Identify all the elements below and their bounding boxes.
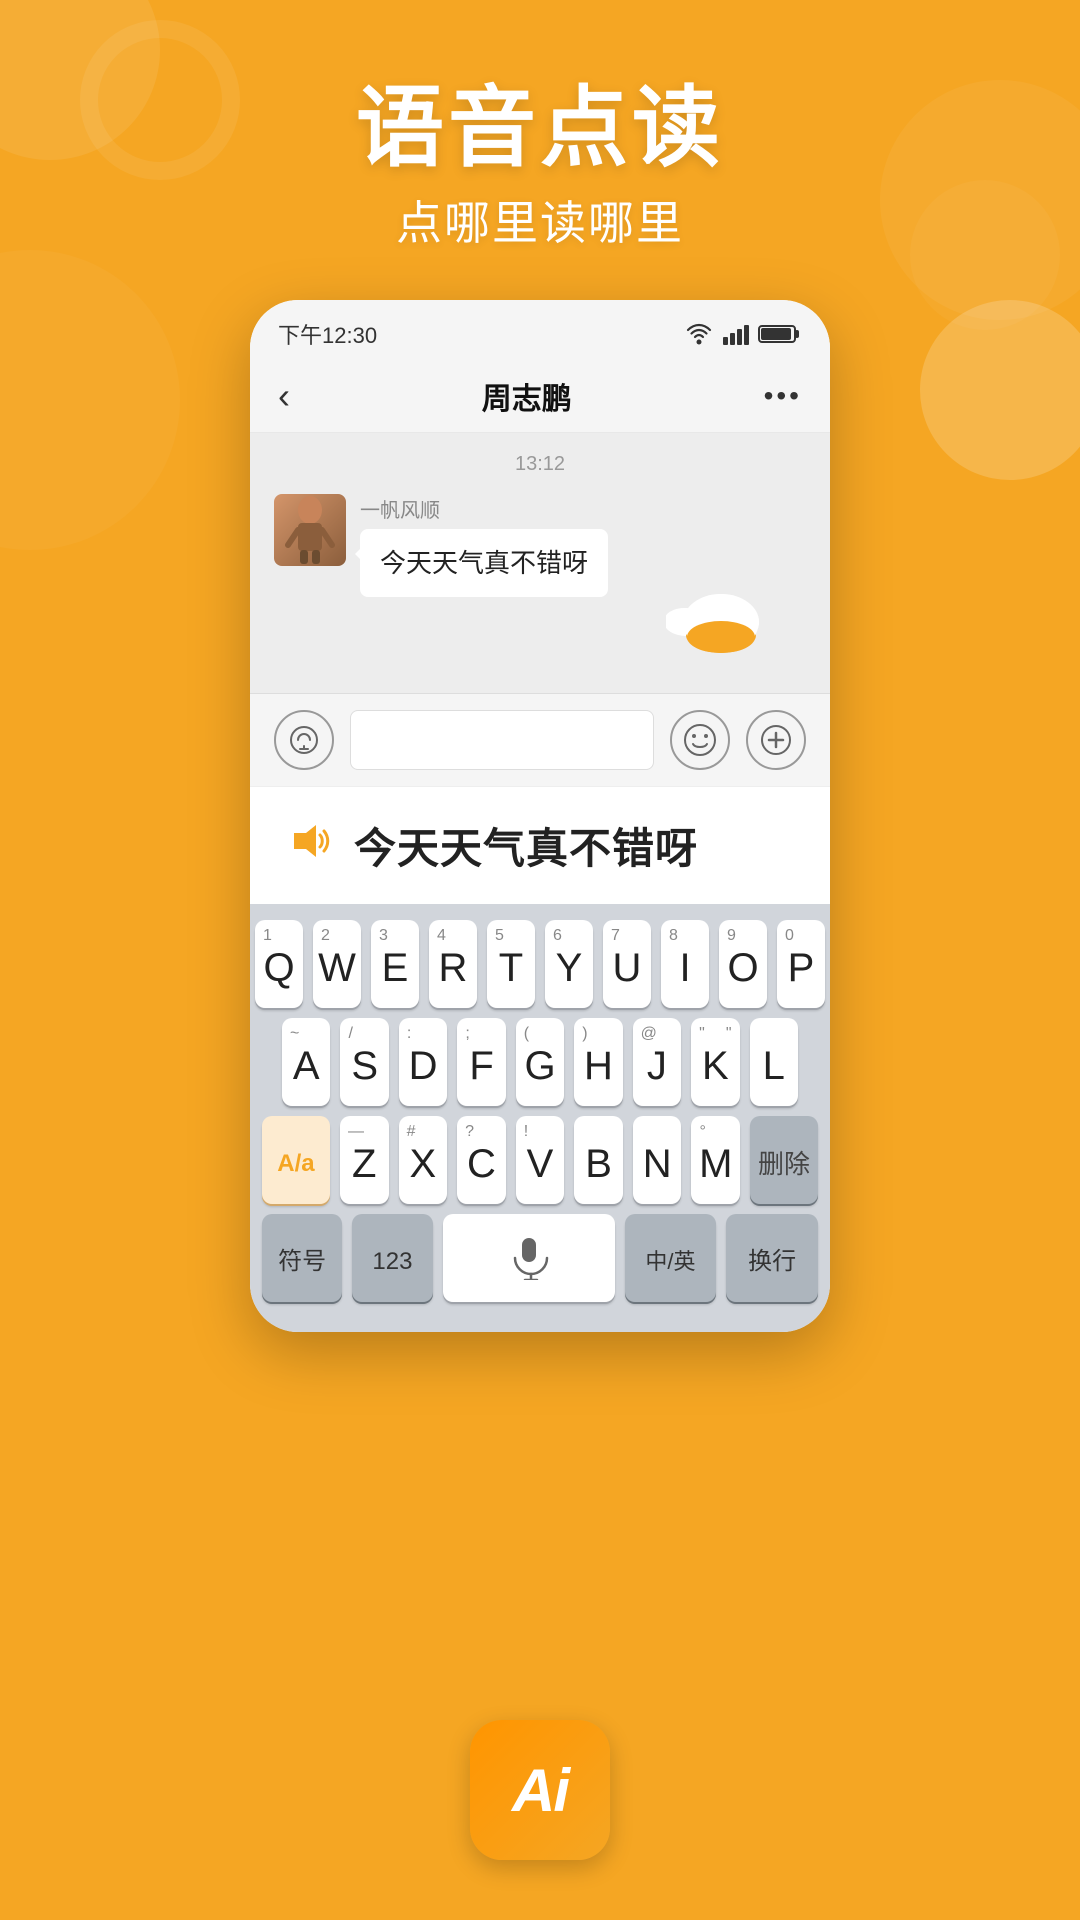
tts-text: 今天天气真不错呀 <box>354 815 698 876</box>
voice-icon <box>289 725 319 755</box>
header: 语音点读 点哪里读哪里 <box>0 80 1080 253</box>
nav-title: 周志鹏 <box>482 374 572 418</box>
avatar-inner <box>274 494 346 566</box>
key-j[interactable]: @J <box>633 1018 681 1106</box>
key-n[interactable]: N <box>633 1116 682 1204</box>
key-i[interactable]: 8I <box>661 920 709 1008</box>
ai-badge-text: Ai <box>512 1756 568 1825</box>
key-return[interactable]: 换行 <box>726 1214 818 1302</box>
plus-icon <box>760 724 792 756</box>
emoji-icon <box>683 723 717 757</box>
more-button[interactable]: ••• <box>764 380 802 412</box>
key-a[interactable]: ~A <box>282 1018 330 1106</box>
key-e[interactable]: 3E <box>371 920 419 1008</box>
key-x[interactable]: #X <box>399 1116 448 1204</box>
key-delete[interactable]: 删除 <box>750 1116 818 1204</box>
status-icons <box>684 323 802 345</box>
input-bar <box>250 693 830 786</box>
key-h[interactable]: )H <box>574 1018 622 1106</box>
key-mic[interactable] <box>443 1214 615 1302</box>
avatar-image <box>280 495 340 565</box>
key-w[interactable]: 2W <box>313 920 361 1008</box>
key-p[interactable]: 0P <box>777 920 825 1008</box>
key-o[interactable]: 9O <box>719 920 767 1008</box>
key-z[interactable]: —Z <box>340 1116 389 1204</box>
bg-deco-face <box>920 300 1080 480</box>
finger-pointer-icon <box>666 577 766 667</box>
tts-icon <box>290 821 334 871</box>
key-g[interactable]: (G <box>516 1018 564 1106</box>
keyboard-row-1: 1Q 2W 3E 4R 5T 6Y 7U 8I 9O 0P <box>262 920 818 1008</box>
avatar <box>274 494 346 566</box>
key-s[interactable]: /S <box>340 1018 388 1106</box>
key-c[interactable]: ?C <box>457 1116 506 1204</box>
chat-area: 13:12 一帆风顺 <box>250 433 830 693</box>
keyboard-row-4: 符号 123 中/英 换行 <box>262 1214 818 1302</box>
ai-badge-inner: Ai <box>470 1720 610 1860</box>
status-bar: 下午12:30 <box>250 300 830 360</box>
tts-popup: 今天天气真不错呀 <box>250 786 830 904</box>
key-t[interactable]: 5T <box>487 920 535 1008</box>
bg-deco-circle-3 <box>0 250 180 550</box>
add-button[interactable] <box>746 710 806 770</box>
wifi-icon <box>684 323 714 345</box>
keyboard: 1Q 2W 3E 4R 5T 6Y 7U 8I 9O 0P ~A /S :D ;… <box>250 904 830 1332</box>
sender-name: 一帆风顺 <box>360 494 608 523</box>
status-time: 下午12:30 <box>278 318 377 350</box>
key-u[interactable]: 7U <box>603 920 651 1008</box>
key-v[interactable]: !V <box>516 1116 565 1204</box>
key-l[interactable]: L <box>750 1018 798 1106</box>
key-d[interactable]: :D <box>399 1018 447 1106</box>
main-title: 语音点读 <box>0 80 1080 177</box>
key-lang[interactable]: 中/英 <box>625 1214 717 1302</box>
key-y[interactable]: 6Y <box>545 920 593 1008</box>
chat-message-text: 今天天气真不错呀 <box>380 548 588 578</box>
ai-badge: Ai <box>470 1720 610 1860</box>
mic-icon <box>509 1236 549 1280</box>
text-input[interactable] <box>350 710 654 770</box>
battery-icon <box>758 323 802 345</box>
key-k[interactable]: "K" <box>691 1018 739 1106</box>
key-b[interactable]: B <box>574 1116 623 1204</box>
keyboard-row-3: A/a —Z #X ?C !V B N °M 删除 <box>262 1116 818 1204</box>
nav-bar: ‹ 周志鹏 ••• <box>250 360 830 433</box>
key-m[interactable]: °M <box>691 1116 740 1204</box>
chat-timestamp: 13:12 <box>274 453 806 476</box>
emoji-button[interactable] <box>670 710 730 770</box>
key-r[interactable]: 4R <box>429 920 477 1008</box>
key-f[interactable]: ;F <box>457 1018 505 1106</box>
speaker-icon <box>290 821 334 861</box>
finger-pointer-area <box>274 577 806 637</box>
key-symbol[interactable]: 符号 <box>262 1214 342 1302</box>
voice-button[interactable] <box>274 710 334 770</box>
signal-icon <box>722 323 750 345</box>
sub-title: 点哪里读哪里 <box>0 187 1080 253</box>
phone-mockup: 下午12:30 <box>250 300 830 1332</box>
back-button[interactable]: ‹ <box>278 375 290 417</box>
key-123[interactable]: 123 <box>352 1214 432 1302</box>
key-shift[interactable]: A/a <box>262 1116 330 1204</box>
key-q[interactable]: 1Q <box>255 920 303 1008</box>
keyboard-row-2: ~A /S :D ;F (G )H @J "K" L <box>262 1018 818 1106</box>
